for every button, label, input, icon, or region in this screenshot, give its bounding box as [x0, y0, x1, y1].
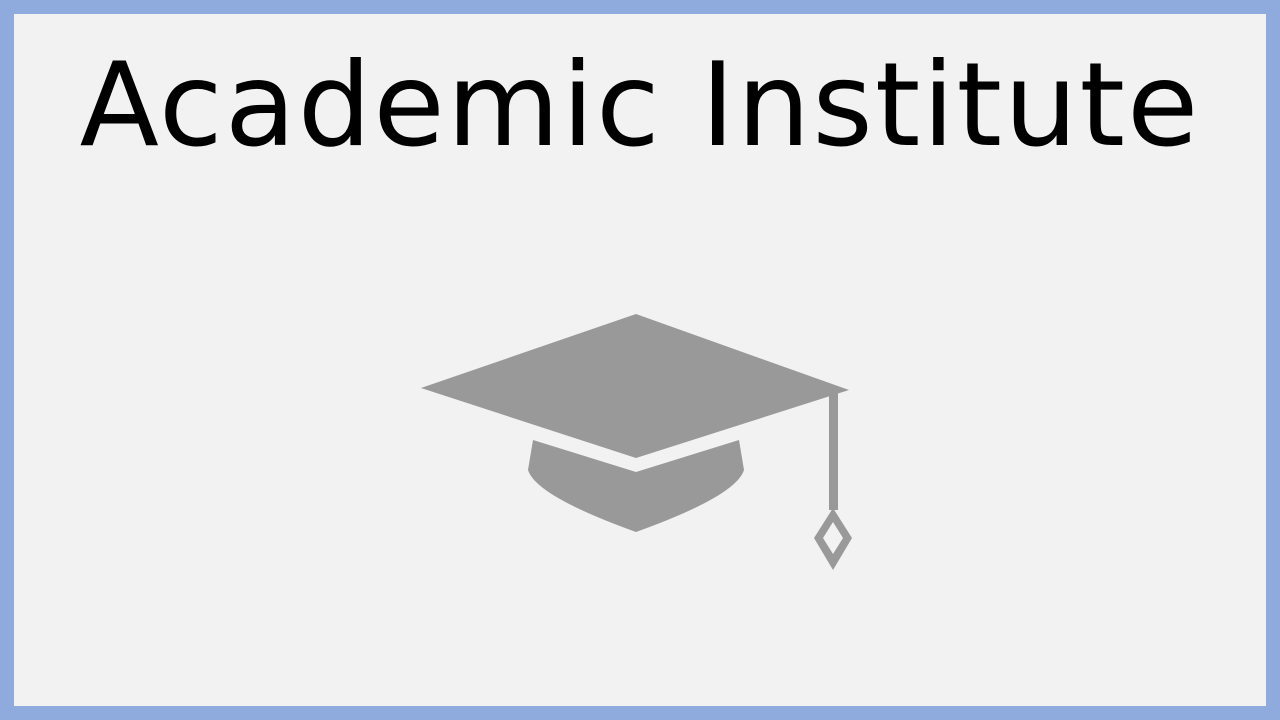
- tassel-string: [829, 390, 838, 510]
- slide-frame: Academic Institute: [0, 0, 1280, 720]
- cap-board: [421, 314, 849, 458]
- graduation-cap-icon: [421, 314, 852, 570]
- slide-title: Academic Institute: [79, 38, 1201, 173]
